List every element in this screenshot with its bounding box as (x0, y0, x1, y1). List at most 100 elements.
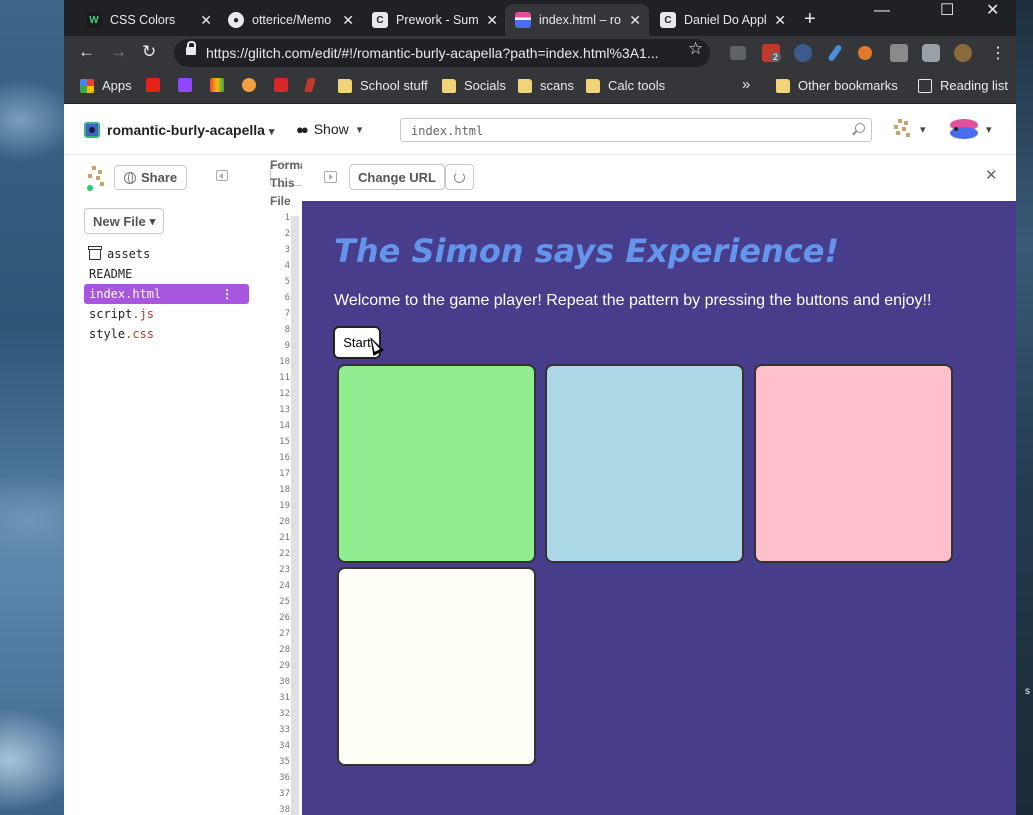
close-window-icon[interactable]: ✕ (986, 0, 999, 20)
line-numbers: 1 2 3 4 5 6 7 8 9 10 11 12 13 14 15 16 17 18 19 20 21 22 23 24 2… (264, 210, 290, 815)
ak-icon (274, 78, 288, 92)
address-toolbar: ← → ↻ https://glitch.com/edit/#!/romanti… (64, 36, 1016, 70)
bookmark-scans[interactable]: scans (518, 78, 574, 93)
bookmark-gmail[interactable] (210, 78, 232, 92)
file-name: index.html (89, 287, 162, 301)
bookmark-ak[interactable] (274, 78, 296, 92)
extensions-icon[interactable] (922, 44, 940, 62)
forward-icon[interactable]: → (110, 42, 127, 62)
youtube-icon (146, 78, 160, 92)
tab-label: otterice/Memo (252, 13, 332, 27)
mask-icon[interactable] (794, 44, 812, 62)
tab-github[interactable]: ● otterice/Memo ✕ (218, 4, 362, 36)
new-file-button[interactable]: New File ▾ (84, 208, 165, 234)
file-item-script-js[interactable]: script.js (84, 304, 249, 324)
share-button[interactable]: Share (114, 165, 188, 190)
line-number: 31 (279, 693, 290, 703)
game-button-2[interactable] (545, 364, 744, 563)
close-preview-icon[interactable]: ✕ (985, 166, 998, 184)
address-bar[interactable]: https://glitch.com/edit/#!/romantic-burl… (174, 39, 710, 67)
line-number: 28 (279, 645, 290, 655)
tab-daniel-do[interactable]: C Daniel Do Appl ✕ (650, 4, 794, 36)
project-name-button[interactable]: romantic-burly-acapella ▾ (107, 122, 274, 138)
bookmark-pie[interactable] (242, 78, 264, 92)
collapse-sidebar-icon[interactable] (216, 170, 228, 181)
game-button-3[interactable] (754, 364, 953, 563)
file-name: style.css (89, 327, 155, 341)
box-icon (88, 245, 102, 260)
game-button-1[interactable] (337, 364, 536, 563)
editor-scrollbar[interactable] (291, 216, 299, 815)
bookmark-apps[interactable]: Apps (80, 78, 132, 93)
more-bookmarks-button[interactable]: » (742, 76, 750, 93)
close-icon[interactable]: ✕ (342, 12, 354, 29)
minimize-icon[interactable]: — (874, 2, 890, 20)
close-icon[interactable]: ✕ (629, 12, 641, 29)
line-number: 1 (284, 213, 290, 223)
glitch-logo-icon[interactable] (892, 119, 912, 139)
line-number: 32 (279, 709, 290, 719)
change-url-button[interactable]: Change URL (349, 164, 445, 190)
chevron-down-icon[interactable]: ▾ (986, 123, 992, 136)
new-tab-icon[interactable]: + (804, 8, 816, 31)
bookmark-socials[interactable]: Socials (442, 78, 506, 93)
tab-label: index.html – ro (539, 13, 621, 27)
bookmark-label: scans (540, 78, 574, 93)
back-icon[interactable]: ← (78, 42, 95, 62)
show-button[interactable]: ●● Show ▾ (296, 121, 362, 137)
file-item-index-html[interactable]: index.html ⋮ (84, 284, 249, 304)
game-button-4[interactable] (337, 567, 536, 766)
key-icon[interactable] (858, 46, 872, 60)
url-text: https://glitch.com/edit/#!/romantic-burl… (206, 45, 659, 61)
menu-icon[interactable]: ⋮ (990, 43, 1006, 63)
file-search-input[interactable]: index.html (400, 118, 872, 142)
reading-list-button[interactable]: Reading list (918, 78, 1008, 93)
line-number: 12 (279, 389, 290, 399)
tab-css-colors[interactable]: W CSS Colors ✕ (76, 4, 220, 36)
file-item-assets[interactable]: assets (84, 244, 249, 264)
project-avatar-icon (84, 122, 100, 138)
search-icon (855, 123, 865, 133)
close-icon[interactable]: ✕ (200, 12, 212, 29)
chevron-down-icon: ▾ (356, 123, 363, 136)
reading-list-icon (918, 78, 932, 93)
bookmark-youtube[interactable] (146, 78, 168, 92)
user-avatar[interactable] (948, 117, 980, 141)
line-number: 33 (279, 725, 290, 735)
glitch-icon (515, 12, 531, 28)
file-item-style-css[interactable]: style.css (84, 324, 249, 344)
maximize-icon[interactable]: ☐ (940, 0, 954, 20)
expand-preview-icon[interactable] (324, 171, 337, 183)
github-icon: ● (228, 12, 244, 28)
tab-prework[interactable]: C Prework - Sum ✕ (362, 4, 506, 36)
refresh-preview-button[interactable] (445, 164, 474, 190)
bookmarks-bar: Apps School stuff Socials scans Calc too… (64, 70, 1016, 104)
tiles-icon[interactable] (890, 44, 908, 62)
line-number: 22 (279, 549, 290, 559)
line-number: 38 (279, 805, 290, 815)
line-number: 11 (279, 373, 290, 383)
profile-avatar[interactable] (954, 44, 972, 62)
line-number: 4 (284, 261, 290, 271)
bookmark-school-stuff[interactable]: School stuff (338, 78, 428, 93)
close-icon[interactable]: ✕ (486, 12, 498, 29)
new-file-label: New File (93, 213, 146, 229)
line-number: 19 (279, 501, 290, 511)
chevron-down-icon[interactable]: ▾ (920, 123, 926, 136)
camera-icon[interactable] (730, 46, 746, 60)
bookmark-label: School stuff (360, 78, 428, 93)
bookmark-h[interactable] (304, 78, 322, 92)
line-number: 7 (284, 309, 290, 319)
bookmark-calc-tools[interactable]: Calc tools (586, 78, 665, 93)
reload-icon[interactable]: ↻ (142, 42, 156, 62)
folder-icon (776, 78, 790, 93)
file-name: script.js (89, 307, 155, 321)
file-options-icon[interactable]: ⋮ (221, 287, 233, 301)
close-icon[interactable]: ✕ (774, 12, 786, 29)
bookmark-other[interactable]: Other bookmarks (776, 78, 898, 93)
bookmark-twitch[interactable] (178, 78, 200, 92)
file-item-readme[interactable]: README (84, 264, 249, 284)
bookmark-star-icon[interactable]: ☆ (688, 39, 703, 59)
pen-icon[interactable] (827, 43, 843, 63)
tab-index-html[interactable]: index.html – ro ✕ (505, 4, 649, 36)
